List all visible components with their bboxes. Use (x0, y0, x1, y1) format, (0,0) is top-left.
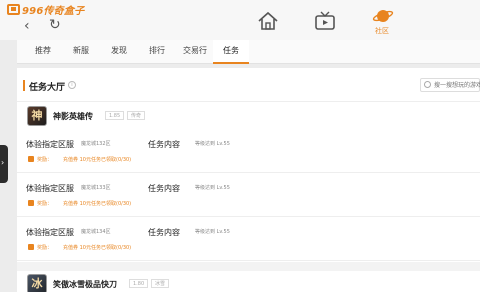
game-header[interactable]: 神 神影英雄传 1.85 传奇 (17, 103, 480, 129)
task-title: 体验指定区服 (26, 228, 74, 237)
search-box[interactable] (420, 78, 480, 92)
search-icon (424, 81, 431, 88)
task-content-label: 任务内容 (148, 184, 180, 193)
tab-discover[interactable]: 发现 (105, 40, 133, 64)
tab-ranking[interactable]: 排行 (143, 40, 171, 64)
tab-bar: 推荐 新服 发现 排行 交易行 任务 (17, 40, 480, 64)
tab-new-servers[interactable]: 新服 (67, 40, 95, 64)
game-name[interactable]: 神影英雄传 (53, 111, 93, 122)
game-tag-badge: 冰雪 (151, 279, 170, 288)
task-server: 魔龙城132区 (81, 141, 111, 147)
home-icon-graphic (258, 11, 278, 30)
video-icon[interactable] (314, 10, 336, 32)
chevron-right-icon: › (1, 158, 5, 167)
reward-label: 奖励： (37, 245, 53, 251)
reward-status: 任务已领取(0/30) (91, 201, 132, 207)
logo-icon (7, 4, 20, 15)
task-row[interactable]: 体验指定区服 魔龙城134区 任务内容 等级达到 Lv.55 奖励： 充值券 1… (17, 219, 480, 261)
game-version-badge: 1.85 (105, 111, 125, 120)
top-bar: 996传奇盒子 ‹ ↻ 社区 (0, 0, 480, 40)
info-icon[interactable]: i (68, 81, 76, 89)
task-row[interactable]: 体验指定区服 魔龙城133区 任务内容 等级达到 Lv.55 奖励： 充值券 1… (17, 175, 480, 217)
planet-icon-graphic (372, 10, 394, 22)
reward-label: 奖励： (37, 157, 53, 163)
search-input[interactable] (434, 80, 480, 90)
task-content-value: 等级达到 Lv.55 (195, 185, 230, 191)
reward-status: 任务已领取(0/30) (91, 245, 132, 251)
task-title: 体验指定区服 (26, 184, 74, 193)
community-label[interactable]: 社区 (375, 26, 389, 36)
task-hall-panel: 任务大厅 i 神 神影英雄传 1.85 传奇 体验指定区服 魔龙城132区 任务… (17, 68, 480, 292)
section-divider (17, 262, 480, 271)
tab-trading[interactable]: 交易行 (177, 40, 213, 64)
game-name[interactable]: 笑傲冰雪极品快刀 (53, 279, 117, 290)
reward-label: 奖励： (37, 201, 53, 207)
task-server: 魔龙城134区 (81, 229, 111, 235)
game-icon-char: 神 (31, 109, 43, 122)
reward-value: 充值券 10元 (63, 201, 91, 207)
side-expand-handle[interactable]: › (0, 145, 8, 183)
app-logo: 996传奇盒子 (7, 3, 85, 17)
game-icon[interactable]: 神 (27, 106, 47, 126)
panel-title: 任务大厅 (29, 83, 66, 93)
community-planet-icon[interactable] (372, 5, 394, 27)
tab-tasks[interactable]: 任务 (213, 40, 249, 64)
reward-value: 充值券 10元 (63, 245, 91, 251)
refresh-icon[interactable]: ↻ (49, 18, 61, 32)
title-accent-bar (23, 80, 25, 91)
task-content-value: 等级达到 Lv.55 (195, 229, 230, 235)
logo-text: 996传奇盒子 (22, 6, 85, 17)
reward-status: 任务已领取(0/30) (91, 157, 132, 163)
game-icon-char: 冰 (31, 277, 43, 290)
task-content-value: 等级达到 Lv.55 (195, 141, 230, 147)
gift-icon (28, 244, 34, 250)
panel-header: 任务大厅 i (17, 68, 480, 102)
game-icon[interactable]: 冰 (27, 274, 47, 292)
task-server: 魔龙城133区 (81, 185, 111, 191)
task-content-label: 任务内容 (148, 228, 180, 237)
gift-icon (28, 200, 34, 206)
game-header[interactable]: 冰 笑傲冰雪极品快刀 1.80 冰雪 (17, 271, 480, 292)
reward-value: 充值券 10元 (63, 157, 91, 163)
task-content-label: 任务内容 (148, 140, 180, 149)
game-tag-badge: 传奇 (127, 111, 146, 120)
tab-recommend[interactable]: 推荐 (29, 40, 57, 64)
video-icon-graphic (315, 11, 335, 30)
game-version-badge: 1.80 (129, 279, 149, 288)
task-row[interactable]: 体验指定区服 魔龙城132区 任务内容 等级达到 Lv.55 奖励： 充值券 1… (17, 131, 480, 173)
task-title: 体验指定区服 (26, 140, 74, 149)
gift-icon (28, 156, 34, 162)
home-icon[interactable] (257, 10, 279, 32)
back-arrow-icon[interactable]: ‹ (24, 19, 30, 33)
